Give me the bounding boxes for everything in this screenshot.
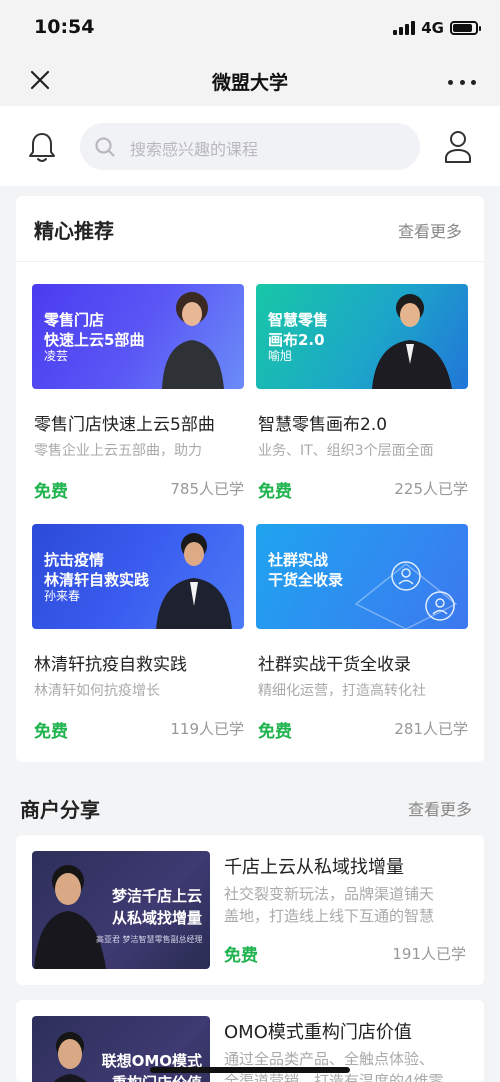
- learner-count: 785人已学: [170, 480, 244, 498]
- course-thumbnail: 智慧零售 画布2.0 喻旭: [256, 284, 468, 389]
- featured-more-link[interactable]: 查看更多: [398, 218, 462, 242]
- search-input[interactable]: 搜索感兴趣的课程: [80, 123, 420, 170]
- course-card[interactable]: 社群实战 干货全收录 社群实战干货全收录 精细化运营，打造高转化社 免费 281…: [256, 524, 468, 744]
- thumbnail-title: 联想OMO模式 重构门店价值: [101, 1052, 202, 1082]
- share-description: 通过全品类产品、全触点体验、 全渠道营销，打造有温度的4维零: [224, 1050, 444, 1082]
- featured-section: 精心推荐 查看更多 零售门店 快速上云5部曲 凌芸 零售门店快速上云5部曲 零售…: [16, 196, 484, 762]
- nav-bar: 微盟大学: [0, 56, 500, 106]
- user-icon[interactable]: [442, 129, 474, 165]
- thumbnail-presenter: 凌芸: [44, 349, 69, 363]
- share-description: 社交裂变新玩法，品牌渠道铺天 盖地，打造线上线下互通的智慧: [224, 885, 435, 925]
- more-icon[interactable]: [448, 68, 476, 96]
- status-indicators: 4G: [393, 19, 481, 37]
- merchant-share-header: 商户分享 查看更多: [0, 776, 500, 832]
- course-card[interactable]: 零售门店 快速上云5部曲 凌芸 零售门店快速上云5部曲 零售企业上云五部曲，助力…: [32, 284, 244, 504]
- search-area: 搜索感兴趣的课程: [0, 106, 500, 186]
- thumbnail-presenter: 高亚君 梦洁智慧零售副总经理: [96, 935, 203, 944]
- course-price: 免费: [34, 482, 68, 502]
- course-description: 零售企业上云五部曲，助力: [34, 443, 202, 459]
- status-time: 10:54: [34, 16, 95, 38]
- share-item[interactable]: 梦洁千店上云 从私域找增量 高亚君 梦洁智慧零售副总经理 千店上云从私域找增量 …: [16, 835, 484, 985]
- search-placeholder: 搜索感兴趣的课程: [130, 140, 259, 159]
- course-title: 智慧零售画布2.0: [258, 415, 388, 435]
- learner-count: 119人已学: [170, 720, 244, 738]
- learner-count: 281人已学: [394, 720, 468, 738]
- thumbnail-title: 社群实战 干货全收录: [268, 551, 344, 589]
- share-price: 免费: [224, 946, 258, 966]
- course-thumbnail: 社群实战 干货全收录: [256, 524, 468, 629]
- search-icon: [95, 137, 115, 157]
- thumbnail-title: 抗击疫情 林清轩自救实践: [44, 551, 150, 589]
- course-card[interactable]: 智慧零售 画布2.0 喻旭 智慧零售画布2.0 业务、IT、组织3个层面全面 免…: [256, 284, 468, 504]
- thumbnail-title: 智慧零售 画布2.0: [268, 311, 329, 349]
- featured-header: 精心推荐 查看更多: [16, 196, 484, 262]
- status-bar: 10:54 4G: [0, 0, 500, 56]
- page-title: 微盟大学: [211, 72, 288, 94]
- course-description: 业务、IT、组织3个层面全面: [258, 443, 434, 459]
- course-price: 免费: [258, 722, 292, 742]
- network-label: 4G: [421, 19, 444, 37]
- signal-icon: [393, 21, 416, 35]
- learner-count: 191人已学: [392, 945, 466, 963]
- thumbnail-presenter: 喻旭: [268, 349, 293, 363]
- course-price: 免费: [34, 722, 68, 742]
- course-title: 零售门店快速上云5部曲: [34, 415, 215, 435]
- course-card[interactable]: 抗击疫情 林清轩自救实践 孙来春 林清轩抗疫自救实践 林清轩如何抗疫增长 免费 …: [32, 524, 244, 744]
- home-indicator: [150, 1067, 350, 1073]
- share-title: 千店上云从私域找增量: [224, 857, 404, 878]
- section-title: 商户分享: [20, 798, 100, 822]
- course-thumbnail: 零售门店 快速上云5部曲 凌芸: [32, 284, 244, 389]
- learner-count: 225人已学: [394, 480, 468, 498]
- course-thumbnail: 抗击疫情 林清轩自救实践 孙来春: [32, 524, 244, 629]
- share-title: OMO模式重构门店价值: [224, 1022, 412, 1043]
- merchant-more-link[interactable]: 查看更多: [408, 796, 472, 820]
- course-title: 社群实战干货全收录: [258, 655, 411, 675]
- course-description: 林清轩如何抗疫增长: [34, 683, 160, 699]
- share-thumbnail: 梦洁千店上云 从私域找增量 高亚君 梦洁智慧零售副总经理: [32, 851, 210, 969]
- thumbnail-title: 梦洁千店上云 从私域找增量: [111, 887, 202, 927]
- course-price: 免费: [258, 482, 292, 502]
- battery-icon: [450, 21, 481, 35]
- course-description: 精细化运营，打造高转化社: [258, 683, 426, 699]
- course-title: 林清轩抗疫自救实践: [34, 655, 187, 675]
- bell-icon[interactable]: [26, 130, 58, 164]
- section-title: 精心推荐: [34, 219, 114, 243]
- thumbnail-presenter: 孙来春: [44, 589, 81, 603]
- thumbnail-title: 零售门店 快速上云5部曲: [44, 311, 145, 349]
